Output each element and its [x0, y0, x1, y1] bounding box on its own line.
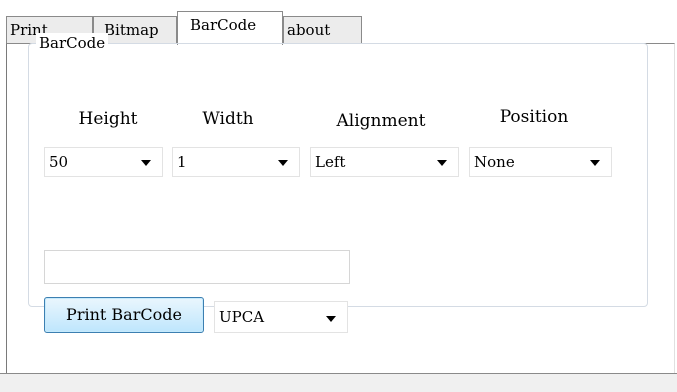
- chevron-down-icon[interactable]: [278, 160, 288, 166]
- alignment-label: Alignment: [336, 111, 426, 131]
- barcode-window: Print Bitmap BarCode about BarCode Heigh…: [0, 0, 677, 392]
- barcode-controls: Height Width Alignment Position 50 1 Lef…: [0, 0, 677, 391]
- print-barcode-button-label: Print BarCode: [66, 305, 182, 324]
- width-combo-value: 1: [177, 153, 187, 171]
- alignment-combo[interactable]: Left: [310, 147, 459, 177]
- width-combo[interactable]: 1: [172, 147, 300, 177]
- chevron-down-icon[interactable]: [590, 160, 600, 166]
- height-combo[interactable]: 50: [44, 147, 163, 177]
- position-combo-value: None: [474, 153, 515, 171]
- height-combo-value: 50: [49, 153, 69, 171]
- barcode-text-input[interactable]: [44, 250, 350, 284]
- print-barcode-button[interactable]: Print BarCode: [44, 297, 204, 333]
- height-label: Height: [78, 109, 138, 129]
- chevron-down-icon[interactable]: [141, 160, 151, 166]
- width-label: Width: [202, 109, 254, 129]
- alignment-combo-value: Left: [315, 153, 346, 171]
- barcode-type-combo[interactable]: UPCA: [214, 301, 348, 333]
- chevron-down-icon[interactable]: [326, 316, 336, 322]
- barcode-type-value: UPCA: [219, 308, 265, 326]
- position-combo[interactable]: None: [469, 147, 612, 177]
- chevron-down-icon[interactable]: [437, 160, 447, 166]
- position-label: Position: [499, 107, 569, 127]
